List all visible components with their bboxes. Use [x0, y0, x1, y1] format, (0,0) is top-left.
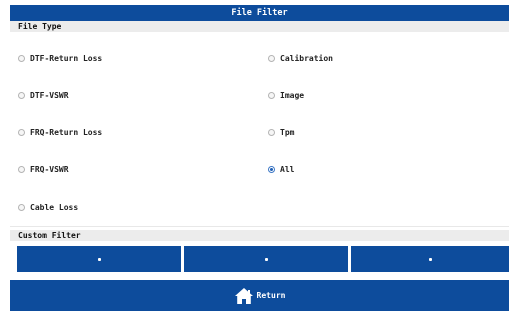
- empty-slot-dot-icon: [264, 257, 268, 261]
- option-label: FRQ-Return Loss: [30, 127, 103, 137]
- radio-all[interactable]: [268, 165, 275, 173]
- option-label: Cable Loss: [30, 202, 79, 212]
- return-label: Return: [256, 291, 286, 300]
- empty-slot-dot-icon: [428, 257, 432, 261]
- option-frq-vswr[interactable]: FRQ-VSWR: [18, 163, 69, 175]
- return-button[interactable]: Return: [10, 280, 509, 311]
- custom-filter-button-3[interactable]: [351, 246, 509, 272]
- radio-image[interactable]: [268, 91, 275, 99]
- option-tpm[interactable]: Tpm: [268, 126, 294, 138]
- option-all[interactable]: All: [268, 163, 294, 175]
- option-label: Tpm: [280, 127, 295, 137]
- radio-dtf-vswr[interactable]: [18, 91, 25, 99]
- custom-filter-button-1[interactable]: [17, 246, 181, 272]
- empty-slot-dot-icon: [97, 257, 101, 261]
- option-label: FRQ-VSWR: [30, 164, 69, 174]
- option-dtf-vswr[interactable]: DTF-VSWR: [18, 89, 69, 101]
- option-cable-loss[interactable]: Cable Loss: [18, 201, 78, 213]
- option-label: DTF-VSWR: [30, 90, 69, 100]
- custom-filter-button-2[interactable]: [184, 246, 348, 272]
- option-label: DTF-Return Loss: [30, 53, 103, 63]
- radio-frq-vswr[interactable]: [18, 165, 25, 173]
- option-calibration[interactable]: Calibration: [268, 52, 333, 64]
- file-filter-window: File Filter File Type DTF-Return Loss DT…: [0, 0, 509, 311]
- radio-cable-loss[interactable]: [18, 203, 25, 211]
- window-title: File Filter: [10, 5, 509, 21]
- option-label: Calibration: [280, 53, 333, 63]
- home-icon: [234, 287, 253, 304]
- radio-frq-return-loss[interactable]: [18, 128, 25, 136]
- option-frq-return-loss[interactable]: FRQ-Return Loss: [18, 126, 102, 138]
- radio-tpm[interactable]: [268, 128, 275, 136]
- custom-filter-header: Custom Filter: [10, 230, 509, 241]
- option-label: Image: [280, 90, 305, 100]
- radio-dtf-return-loss[interactable]: [18, 54, 25, 62]
- radio-calibration[interactable]: [268, 54, 275, 62]
- file-type-header: File Type: [10, 21, 509, 32]
- option-dtf-return-loss[interactable]: DTF-Return Loss: [18, 52, 102, 64]
- option-image[interactable]: Image: [268, 89, 304, 101]
- option-label: All: [280, 164, 295, 174]
- divider: [10, 226, 509, 227]
- custom-filter-row: [10, 246, 509, 272]
